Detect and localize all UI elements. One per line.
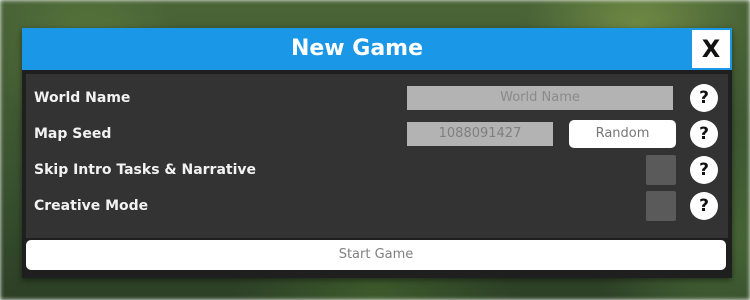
map-seed-row: Map Seed 1088091427 Random ?	[26, 116, 728, 152]
help-icon[interactable]: ?	[690, 192, 718, 220]
new-game-dialog: New Game X World Name ? Map Seed 1088091…	[22, 28, 732, 278]
start-game-button[interactable]: Start Game	[26, 240, 726, 270]
help-icon[interactable]: ?	[690, 84, 718, 112]
world-name-input[interactable]	[407, 86, 673, 110]
help-icon[interactable]: ?	[690, 120, 718, 148]
skip-intro-label: Skip Intro Tasks & Narrative	[34, 162, 257, 178]
close-icon[interactable]: X	[692, 30, 730, 68]
skip-intro-row: Skip Intro Tasks & Narrative ?	[26, 152, 728, 188]
creative-mode-row: Creative Mode ?	[26, 188, 728, 224]
world-name-label: World Name	[34, 90, 131, 106]
world-name-row: World Name ?	[26, 80, 728, 116]
skip-intro-checkbox[interactable]	[646, 155, 676, 185]
creative-mode-label: Creative Mode	[34, 198, 149, 214]
settings-panel: World Name ? Map Seed 1088091427 Random …	[26, 74, 728, 238]
random-seed-button[interactable]: Random	[569, 120, 676, 148]
dialog-titlebar: New Game X	[22, 28, 732, 70]
help-icon[interactable]: ?	[690, 156, 718, 184]
map-seed-label: Map Seed	[34, 126, 112, 142]
map-seed-input[interactable]: 1088091427	[407, 122, 553, 146]
creative-mode-checkbox[interactable]	[646, 191, 676, 221]
dialog-title: New Game	[290, 36, 424, 61]
